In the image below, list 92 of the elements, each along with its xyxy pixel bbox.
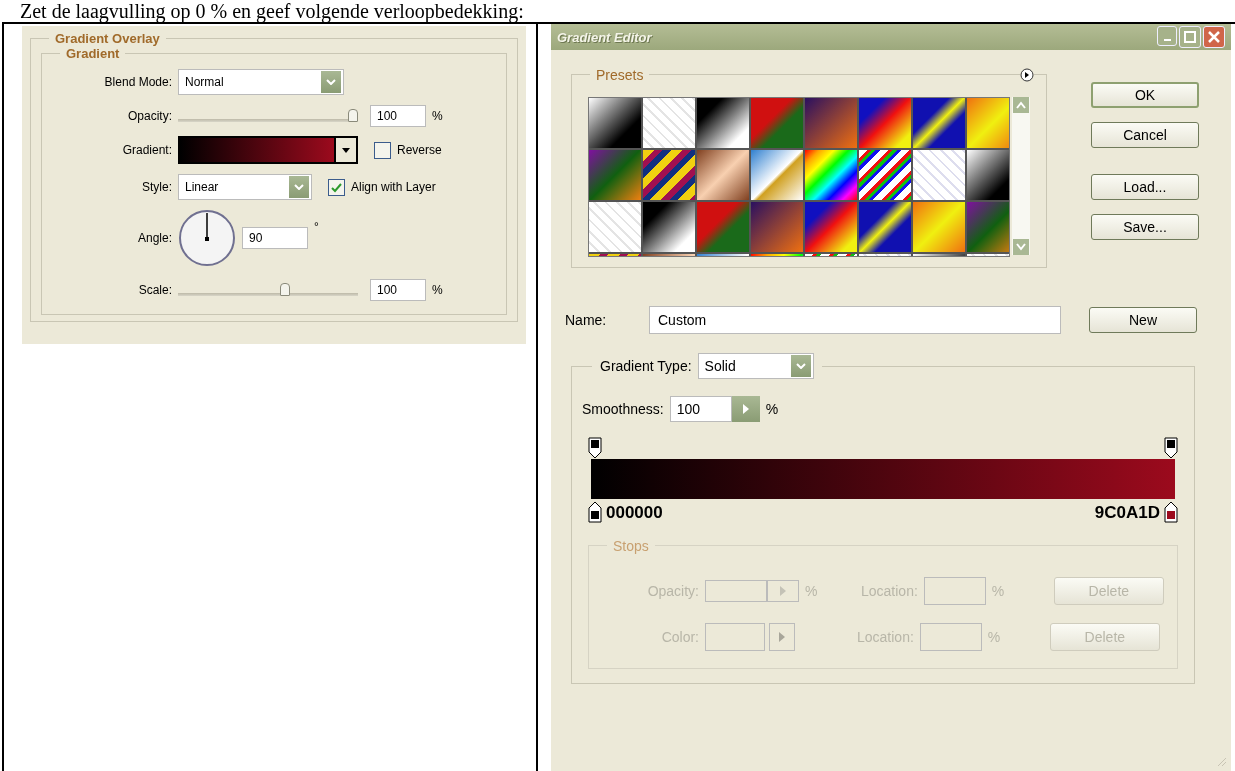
gradient-swatch[interactable] [967,98,1010,148]
opacity-stop-icon[interactable] [588,437,602,459]
group-title: Gradient [60,46,126,61]
section-title: Gradient Overlay [49,31,166,46]
gradient-swatch[interactable] [643,98,695,148]
gradient-swatch[interactable] [805,202,857,252]
opacity-stop-icon[interactable] [1164,437,1178,459]
gradient-swatch[interactable] [913,150,965,200]
scrollbar[interactable] [1012,97,1030,255]
checkbox[interactable] [374,141,391,159]
color-hex-label: 000000 [606,503,663,523]
gradient-swatch[interactable] [697,150,749,200]
blend-mode-dropdown[interactable]: Normal [178,69,344,95]
field-label: Angle: [136,231,172,245]
angle-dial[interactable] [178,209,236,267]
triangle-right-icon [779,632,785,642]
resize-grip-icon[interactable] [1215,755,1227,767]
gradient-swatch[interactable] [589,98,641,148]
field-label: Opacity: [127,109,172,123]
angle-input[interactable]: 90 [242,227,308,249]
slider-thumb[interactable] [280,283,290,296]
scale-input[interactable]: 100 [370,279,426,301]
field-label: Gradient Type: [600,358,692,374]
field-label: Gradient: [121,143,172,157]
gradient-swatch[interactable] [859,98,911,148]
new-button[interactable]: New [1089,307,1197,333]
triangle-right-icon [742,404,749,414]
maximize-icon [1184,31,1196,43]
gradient-swatch[interactable] [805,150,857,200]
maximize-button[interactable] [1179,26,1201,48]
gradient-swatch[interactable] [589,150,641,200]
style-dropdown[interactable]: Linear [178,174,312,200]
field-label: Style: [141,180,172,194]
field-label: Scale: [137,283,172,297]
checkbox[interactable] [328,178,345,196]
dialog-button[interactable]: OK [1091,82,1199,108]
unit-label: % [432,109,443,123]
smoothness-input[interactable]: 100 [669,396,732,422]
gradient-swatch[interactable] [751,98,803,148]
field-label: Blend Mode: [103,75,172,89]
slider-thumb[interactable] [348,109,358,122]
gradient-swatch[interactable] [805,98,857,148]
window-title: Gradient Editor [557,29,652,45]
dialog-button[interactable]: Cancel [1091,122,1199,148]
gradient-swatch[interactable] [589,202,641,252]
unit-label: % [805,583,819,599]
presets-title: Presets [590,67,650,83]
chevron-down-icon [294,184,304,190]
minimize-button[interactable] [1157,26,1177,46]
minimize-icon [1163,39,1171,41]
field-label: Name: [565,312,608,328]
dialog-button[interactable]: Load... [1091,174,1199,200]
gradient-swatch[interactable] [751,202,803,252]
color-stop-icon[interactable] [588,501,602,523]
caption-text: Zet de laagvulling op 0 % en geef volgende verloopbedekking: [19,0,525,22]
chevron-down-icon [326,79,336,85]
stops-title: Stops [607,538,655,554]
dialog-button[interactable]: Save... [1091,214,1199,240]
unit-label: % [987,629,1002,645]
gradient-swatch[interactable] [643,150,695,200]
close-icon [1208,31,1220,43]
gradient-swatch[interactable] [967,150,1010,200]
checkbox-label: Align with Layer [351,180,436,194]
gradient-swatch[interactable] [859,202,911,252]
unit-label: % [432,283,443,297]
gradient-picker[interactable] [178,136,358,164]
name-input[interactable]: Custom [649,306,1061,334]
gradient-swatch[interactable] [643,202,695,252]
gradient-swatch[interactable] [913,98,965,148]
color-hex-label: 9C0A1D [1094,503,1160,523]
gradient-swatch[interactable] [967,202,1010,252]
gradient-swatch[interactable] [751,150,803,200]
checkbox-label: Reverse [397,143,442,157]
opacity-input[interactable]: 100 [370,105,426,127]
triangle-right-icon [780,586,786,596]
color-stop-icon[interactable] [1164,501,1178,523]
gradient-swatch[interactable] [697,202,749,252]
scroll-up-icon[interactable] [1013,97,1030,113]
chevron-down-icon [795,363,806,369]
gradient-swatch[interactable] [913,202,965,252]
close-button[interactable] [1203,26,1225,48]
field-label: Smoothness: [582,401,664,417]
unit-label: % [765,401,779,417]
gradient-swatch[interactable] [697,98,749,148]
menu-arrow-icon[interactable] [1020,68,1034,82]
scroll-down-icon[interactable] [1013,239,1030,255]
caret-icon [342,147,350,153]
stepper-button[interactable] [731,396,760,422]
unit-label: ° [314,220,319,234]
gradient-swatch[interactable] [859,150,911,200]
unit-label: % [991,583,1006,599]
gradient-type-dropdown[interactable]: Solid [697,353,814,379]
